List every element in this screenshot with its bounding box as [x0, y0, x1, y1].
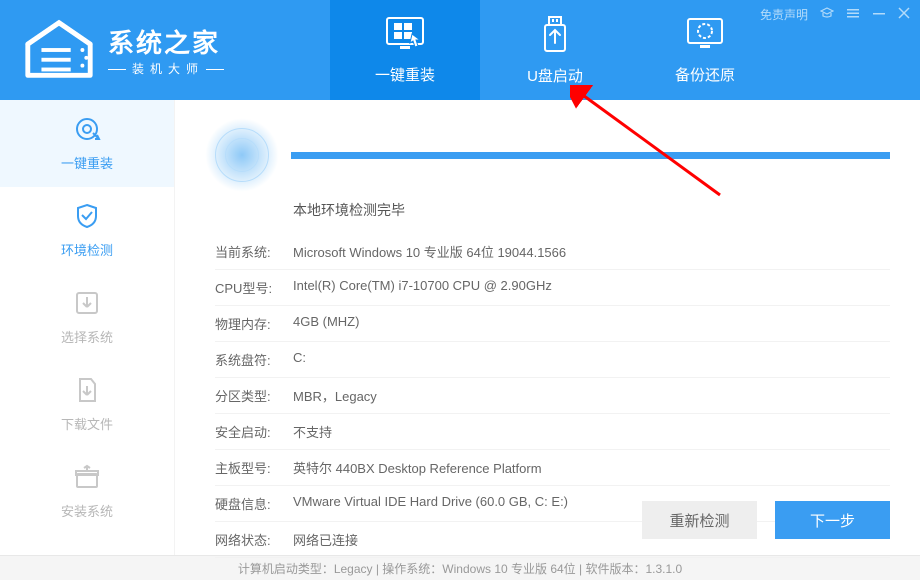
sidebar-item-label: 安装系统: [61, 501, 113, 520]
usb-drive-icon: [540, 15, 570, 57]
sidebar-item-select-system[interactable]: 选择系统: [0, 274, 174, 361]
info-value: 不支持: [293, 422, 332, 441]
info-value: Microsoft Windows 10 专业版 64位 19044.1566: [293, 242, 566, 261]
retest-button[interactable]: 重新检测: [642, 501, 757, 539]
logo-text: 系统之家 装机大师: [108, 23, 224, 77]
backup-icon: [684, 16, 726, 56]
info-label: 物理内存:: [215, 314, 293, 333]
radar-icon: [205, 118, 279, 192]
titlebar: 免责声明: [760, 6, 910, 23]
info-label: 主板型号:: [215, 458, 293, 477]
scan-status-text: 本地环境检测完毕: [293, 200, 890, 220]
logo-subtitle: 装机大师: [108, 60, 224, 77]
sidebar-item-label: 选择系统: [61, 327, 113, 346]
minimize-button[interactable]: [872, 7, 886, 22]
info-label: CPU型号:: [215, 278, 293, 297]
sidebar-item-reinstall[interactable]: 一键重装: [0, 100, 174, 187]
next-button[interactable]: 下一步: [775, 501, 890, 539]
info-label: 分区类型:: [215, 386, 293, 405]
target-icon: [73, 115, 101, 143]
tab-reinstall[interactable]: 一键重装: [330, 0, 480, 100]
windows-cursor-icon: [384, 16, 426, 56]
sidebar: 一键重装 环境检测 选择系统 下载文件 安装系统: [0, 100, 175, 555]
info-value: C:: [293, 350, 306, 369]
sidebar-item-download[interactable]: 下载文件: [0, 361, 174, 448]
info-row-partition: 分区类型:MBR，Legacy: [215, 378, 890, 414]
shield-check-icon: [73, 202, 101, 230]
sidebar-item-label: 下载文件: [61, 414, 113, 433]
info-value: Intel(R) Core(TM) i7-10700 CPU @ 2.90GHz: [293, 278, 552, 297]
install-box-icon: [73, 463, 101, 491]
scan-row: [205, 118, 890, 192]
sidebar-item-label: 一键重装: [61, 153, 113, 172]
menu-icon[interactable]: [846, 7, 860, 22]
download-file-icon: [73, 376, 101, 404]
info-label: 硬盘信息:: [215, 494, 293, 513]
logo-area: 系统之家 装机大师: [0, 18, 330, 82]
sidebar-item-label: 环境检测: [61, 240, 113, 259]
info-value: MBR，Legacy: [293, 386, 377, 405]
tab-label: 备份还原: [675, 64, 735, 85]
info-value: 英特尔 440BX Desktop Reference Platform: [293, 458, 542, 477]
close-button[interactable]: [898, 7, 910, 22]
tab-backup-restore[interactable]: 备份还原: [630, 0, 780, 100]
select-icon: [73, 289, 101, 317]
logo-title: 系统之家: [108, 23, 224, 60]
info-row-sysdrive: 系统盘符:C:: [215, 342, 890, 378]
tab-label: 一键重装: [375, 64, 435, 85]
main-panel: 本地环境检测完毕 当前系统:Microsoft Windows 10 专业版 6…: [175, 100, 920, 555]
info-label: 当前系统:: [215, 242, 293, 261]
tab-usb-boot[interactable]: U盘启动: [480, 0, 630, 100]
info-row-motherboard: 主板型号:英特尔 440BX Desktop Reference Platfor…: [215, 450, 890, 486]
footer: 计算机启动类型：Legacy | 操作系统：Windows 10 专业版 64位…: [0, 555, 920, 580]
info-row-secureboot: 安全启动:不支持: [215, 414, 890, 450]
sidebar-item-env-check[interactable]: 环境检测: [0, 187, 174, 274]
disclaimer-link[interactable]: 免责声明: [760, 6, 808, 23]
info-row-os: 当前系统:Microsoft Windows 10 专业版 64位 19044.…: [215, 234, 890, 270]
graduate-icon[interactable]: [820, 7, 834, 22]
info-row-memory: 物理内存:4GB (MHZ): [215, 306, 890, 342]
action-buttons: 重新检测 下一步: [642, 501, 890, 539]
info-row-cpu: CPU型号:Intel(R) Core(TM) i7-10700 CPU @ 2…: [215, 270, 890, 306]
top-tabs: 一键重装 U盘启动 备份还原: [330, 0, 780, 100]
info-label: 系统盘符:: [215, 350, 293, 369]
footer-text: 计算机启动类型：Legacy | 操作系统：Windows 10 专业版 64位…: [238, 560, 682, 577]
info-value: VMware Virtual IDE Hard Drive (60.0 GB, …: [293, 494, 568, 513]
info-label: 安全启动:: [215, 422, 293, 441]
tab-label: U盘启动: [527, 65, 583, 86]
info-value: 4GB (MHZ): [293, 314, 359, 333]
header: 系统之家 装机大师 一键重装: [0, 0, 920, 100]
body: 一键重装 环境检测 选择系统 下载文件 安装系统 本地环境检测完毕 当前系统:M…: [0, 100, 920, 555]
logo-icon: [20, 18, 98, 82]
progress-bar: [291, 152, 890, 159]
sidebar-item-install[interactable]: 安装系统: [0, 448, 174, 535]
info-value: 网络已连接: [293, 530, 358, 549]
info-label: 网络状态:: [215, 530, 293, 549]
